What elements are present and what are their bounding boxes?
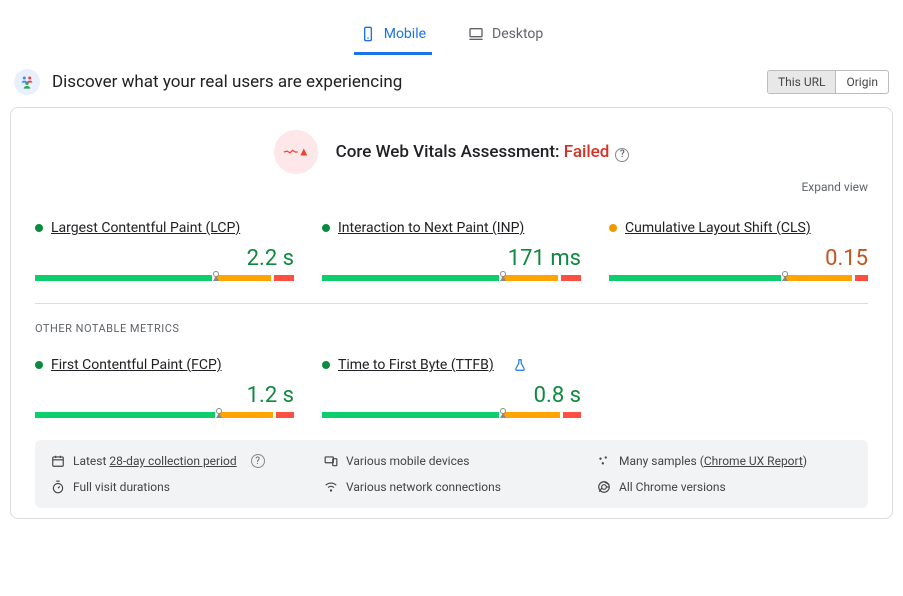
metric-inp: Interaction to Next Paint (INP) 171 ms	[322, 220, 581, 281]
header: Discover what your real users are experi…	[10, 55, 893, 107]
metric-value: 2.2 s	[35, 246, 294, 271]
status-dot-good	[322, 224, 330, 232]
distribution-bar	[609, 275, 868, 281]
help-icon[interactable]: ?	[251, 454, 265, 468]
chrome-icon	[597, 480, 611, 494]
status-dot-warn	[609, 224, 617, 232]
info-durations: Full visit durations	[51, 480, 306, 494]
info-samples: Many samples (Chrome UX Report)	[597, 454, 852, 468]
tab-label: Desktop	[492, 26, 543, 42]
info-period: Latest 28-day collection period?	[51, 454, 306, 468]
info-devices: Various mobile devices	[324, 454, 579, 468]
tab-mobile[interactable]: Mobile	[354, 18, 432, 55]
device-tabs: Mobile Desktop	[10, 10, 893, 55]
expand-view-link[interactable]: Expand view	[35, 180, 868, 194]
users-icon	[14, 69, 40, 95]
timer-icon	[51, 480, 65, 494]
assessment-fail-icon	[274, 130, 318, 174]
tab-desktop[interactable]: Desktop	[462, 18, 549, 55]
distribution-bar	[322, 412, 581, 418]
info-versions: All Chrome versions	[597, 480, 852, 494]
metric-label[interactable]: Interaction to Next Paint (INP)	[338, 220, 524, 236]
metric-empty	[609, 357, 868, 418]
metric-cls: Cumulative Layout Shift (CLS) 0.15	[609, 220, 868, 281]
marker-icon	[498, 408, 508, 418]
devices-icon	[324, 454, 338, 468]
tab-label: Mobile	[384, 26, 426, 42]
crux-link[interactable]: Chrome UX Report	[704, 454, 803, 468]
metric-value: 0.15	[609, 246, 868, 271]
marker-icon	[780, 271, 790, 281]
metric-value: 1.2 s	[35, 383, 294, 408]
help-icon[interactable]: ?	[615, 148, 629, 162]
status-dot-good	[322, 361, 330, 369]
metric-ttfb: Time to First Byte (TTFB) 0.8 s	[322, 357, 581, 418]
metric-label[interactable]: Time to First Byte (TTFB)	[338, 357, 494, 373]
metric-fcp: First Contentful Paint (FCP) 1.2 s	[35, 357, 294, 418]
metric-label[interactable]: First Contentful Paint (FCP)	[51, 357, 222, 373]
marker-icon	[211, 271, 221, 281]
marker-icon	[214, 408, 224, 418]
metric-value: 171 ms	[322, 246, 581, 271]
core-vitals-row: Largest Contentful Paint (LCP) 2.2 s Int…	[35, 220, 868, 281]
info-bar: Latest 28-day collection period? Full vi…	[35, 440, 868, 508]
assessment-text: Core Web Vitals Assessment: Failed?	[336, 142, 630, 162]
assessment: Core Web Vitals Assessment: Failed?	[35, 130, 868, 174]
metric-label[interactable]: Largest Contentful Paint (LCP)	[51, 220, 240, 236]
section-heading: OTHER NOTABLE METRICS	[35, 322, 868, 335]
scope-this-url[interactable]: This URL	[768, 71, 836, 93]
assessment-status: Failed	[564, 142, 610, 162]
divider	[35, 303, 868, 304]
distribution-bar	[322, 275, 581, 281]
info-network: Various network connections	[324, 480, 579, 494]
metric-label[interactable]: Cumulative Layout Shift (CLS)	[625, 220, 811, 236]
metric-value: 0.8 s	[322, 383, 581, 408]
period-link[interactable]: 28-day collection period	[109, 454, 236, 468]
wifi-icon	[324, 480, 338, 494]
desktop-icon	[468, 26, 484, 42]
distribution-bar	[35, 412, 294, 418]
calendar-icon	[51, 454, 65, 468]
distribution-bar	[35, 275, 294, 281]
scope-origin[interactable]: Origin	[835, 71, 888, 93]
vitals-card: Core Web Vitals Assessment: Failed? Expa…	[10, 107, 893, 519]
metric-lcp: Largest Contentful Paint (LCP) 2.2 s	[35, 220, 294, 281]
scope-segmented: This URL Origin	[767, 70, 889, 94]
status-dot-good	[35, 361, 43, 369]
scatter-icon	[597, 454, 611, 468]
experimental-icon	[513, 358, 527, 372]
other-metrics-row: First Contentful Paint (FCP) 1.2 s Time …	[35, 357, 868, 418]
marker-icon	[498, 271, 508, 281]
status-dot-good	[35, 224, 43, 232]
mobile-icon	[360, 26, 376, 42]
page-title: Discover what your real users are experi…	[52, 72, 755, 92]
